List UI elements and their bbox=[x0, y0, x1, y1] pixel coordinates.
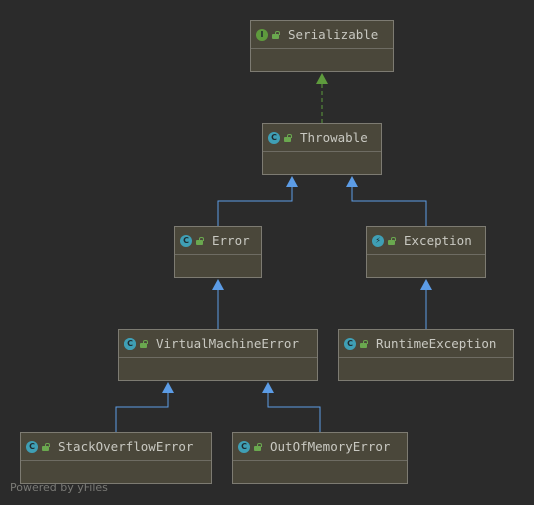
public-lock-icon bbox=[254, 442, 262, 451]
class-icon: C bbox=[268, 131, 280, 144]
edge-stackoverflow-extends-vmerror bbox=[115, 382, 174, 432]
public-lock-icon bbox=[284, 133, 292, 142]
uml-class-diagram: I Serializable C Throwable C Error ⚡ Exc… bbox=[0, 0, 534, 505]
public-lock-icon bbox=[140, 339, 148, 348]
node-virtualmachineerror[interactable]: C VirtualMachineError bbox=[118, 329, 318, 381]
class-icon: C bbox=[344, 337, 356, 350]
node-error[interactable]: C Error bbox=[174, 226, 262, 278]
edge-vmerror-extends-error bbox=[212, 279, 224, 329]
yfiles-watermark: Powered by yFiles bbox=[10, 481, 108, 494]
node-label: RuntimeException bbox=[376, 336, 497, 351]
abstract-class-icon: C bbox=[124, 337, 136, 350]
public-lock-icon bbox=[196, 236, 204, 245]
node-label: Error bbox=[212, 233, 250, 248]
edge-throwable-implements-serializable bbox=[316, 73, 328, 123]
node-throwable[interactable]: C Throwable bbox=[262, 123, 382, 175]
edge-runtimeexception-extends-exception bbox=[420, 279, 432, 329]
node-label: Exception bbox=[404, 233, 472, 248]
node-stackoverflowerror[interactable]: C StackOverflowError bbox=[20, 432, 212, 484]
class-icon: C bbox=[180, 234, 192, 247]
node-label: OutOfMemoryError bbox=[270, 439, 391, 454]
interface-icon: I bbox=[256, 28, 268, 41]
node-runtimeexception[interactable]: C RuntimeException bbox=[338, 329, 514, 381]
node-exception[interactable]: ⚡ Exception bbox=[366, 226, 486, 278]
exception-class-icon: ⚡ bbox=[372, 234, 384, 247]
class-icon: C bbox=[238, 440, 250, 453]
edge-error-extends-throwable bbox=[217, 176, 298, 226]
public-lock-icon bbox=[360, 339, 368, 348]
node-outofmemoryerror[interactable]: C OutOfMemoryError bbox=[232, 432, 408, 484]
class-icon: C bbox=[26, 440, 38, 453]
public-lock-icon bbox=[272, 30, 280, 39]
node-label: Throwable bbox=[300, 130, 368, 145]
node-serializable[interactable]: I Serializable bbox=[250, 20, 394, 72]
node-label: VirtualMachineError bbox=[156, 336, 299, 351]
node-label: StackOverflowError bbox=[58, 439, 194, 454]
public-lock-icon bbox=[42, 442, 50, 451]
edge-exception-extends-throwable bbox=[346, 176, 427, 226]
public-lock-icon bbox=[388, 236, 396, 245]
node-label: Serializable bbox=[288, 27, 379, 42]
edge-outofmemory-extends-vmerror bbox=[262, 382, 321, 432]
